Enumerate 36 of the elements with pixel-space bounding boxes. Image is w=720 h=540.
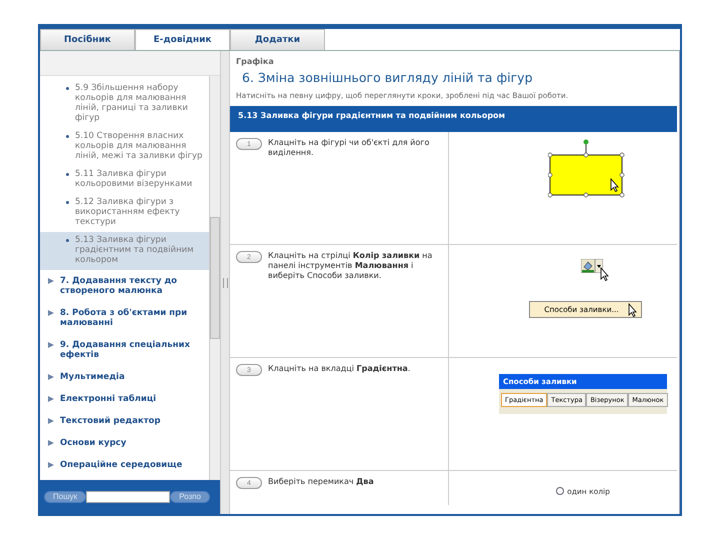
splitter-handle[interactable] bbox=[220, 51, 230, 514]
tree-item[interactable]: Текстовий редактор bbox=[40, 410, 209, 432]
tree-item[interactable]: 8. Робота з об'єктами при малюванні bbox=[40, 302, 209, 334]
radio-button[interactable] bbox=[556, 487, 564, 495]
paint-bucket-icon bbox=[581, 259, 595, 273]
tab[interactable]: Додатки bbox=[230, 29, 325, 50]
tree-item[interactable]: 5.12 Заливка фігури з використанням ефекту текстури bbox=[40, 194, 209, 232]
tree-item[interactable]: Мультимедіа bbox=[40, 366, 209, 388]
tree-item[interactable]: 5.9 Збільшення набору кольорів для малювання ліній, границі та заливки фігур bbox=[40, 80, 209, 128]
cursor-icon bbox=[600, 267, 609, 281]
section-header: 5.13 Заливка фігури градієнтним та подвійним кольором bbox=[230, 106, 677, 132]
dropdown-arrow-icon bbox=[595, 259, 603, 273]
cursor-icon bbox=[628, 302, 637, 316]
step-text: Клацніть на стрілці Колір заливки на панелі інструментів Малювання і виберіть Способи заливки. bbox=[268, 251, 434, 281]
step-text: Клацніть на вкладці Градієнтна. bbox=[268, 364, 410, 374]
tree-item[interactable]: 5.11 Заливка фігури кольоровими візерунками bbox=[40, 166, 209, 194]
tree-item[interactable]: 9. Додавання спеціальних ефектів bbox=[40, 334, 209, 366]
step-text: Виберіть перемикач Два bbox=[268, 477, 374, 487]
tab[interactable]: Посібник bbox=[40, 29, 135, 50]
bullet-icon bbox=[66, 239, 69, 242]
cursor-icon bbox=[610, 178, 618, 192]
search-field[interactable] bbox=[86, 491, 170, 503]
tree-item[interactable]: 7. Додавання тексту до створеного малюнка bbox=[40, 270, 209, 302]
bullet-icon bbox=[66, 135, 69, 138]
breadcrumb: Графіка bbox=[235, 56, 275, 68]
tree-item[interactable]: 5.10 Створення власних кольорів для малювання ліній, межі та заливки фігур bbox=[40, 128, 209, 166]
bullet-icon bbox=[66, 201, 69, 204]
tree-item[interactable]: Електронні таблиці bbox=[40, 388, 209, 410]
scrollbar[interactable] bbox=[209, 76, 220, 480]
bullet-icon bbox=[66, 87, 69, 90]
tab[interactable]: Е-довідник bbox=[135, 29, 230, 50]
bullet-icon bbox=[66, 173, 69, 176]
page-heading: 6. Зміна зовнішнього вигляду ліній та фігур bbox=[241, 69, 534, 87]
tree-item[interactable]: Основи курсу bbox=[40, 432, 209, 454]
tree-item[interactable]: Операційне середовище bbox=[40, 454, 209, 476]
step-text: Клацніть на фігурі чи об'єкті для його виділення. bbox=[268, 138, 430, 158]
